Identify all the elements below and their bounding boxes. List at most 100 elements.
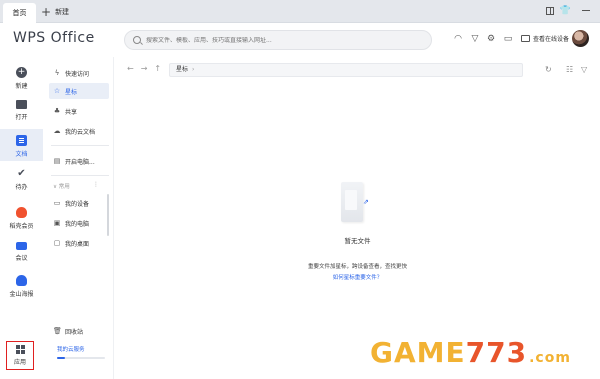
poster-icon (16, 275, 27, 286)
divider (51, 175, 109, 176)
nav-documents-label: 文档 (15, 151, 28, 158)
nav-meeting[interactable]: 会议 (0, 242, 43, 262)
gear-icon[interactable]: ⚙ (486, 34, 496, 44)
message-icon[interactable]: ▭ (503, 34, 513, 44)
sidebar-item-label: 快速访问 (65, 70, 90, 78)
more-icon[interactable]: ⋮ (93, 181, 99, 188)
sidebar-item-label: 回收站 (65, 328, 84, 336)
skin-icon[interactable]: 👕 (560, 5, 571, 16)
meeting-icon (16, 242, 27, 250)
sidebar-scrollbar[interactable] (107, 194, 109, 236)
nav-new[interactable]: + 新建 (0, 67, 43, 90)
back-arrow-icon[interactable]: ← (127, 64, 134, 73)
online-devices-button[interactable]: 查看在线设备 (521, 34, 569, 43)
sidebar-item-label: 我的桌面 (65, 240, 90, 248)
shirt-icon[interactable]: ▽ (470, 34, 480, 44)
sidebar-item-cloud-docs[interactable]: ☁ 我的云文档 (49, 123, 109, 139)
sidebar-item-quick-access[interactable]: ϟ 快速访问 (49, 65, 109, 81)
sidebar-item-label: 星标 (65, 88, 78, 96)
file-illustration (341, 182, 363, 222)
nav-vip-label: 稻壳会员 (9, 223, 34, 230)
nav-open[interactable]: 打开 (0, 100, 43, 121)
how-to-star-link[interactable]: 如何星标重要文件？ (115, 273, 600, 281)
apps-label: 应用 (13, 359, 26, 366)
sidebar-item-starred[interactable]: ☆ 星标 (49, 83, 109, 99)
sidebar-item-my-computer[interactable]: ▣ 我的电脑 (49, 215, 109, 231)
sidebar-item-label: 我的设备 (65, 200, 90, 208)
desktop-icon: ▢ (53, 239, 61, 247)
nav-poster-label: 金山海报 (9, 291, 34, 298)
refresh-icon[interactable]: ↻ (545, 65, 552, 74)
header: WPS Office ◠ ▽ ⚙ ▭ 查看在线设备 (0, 23, 600, 57)
sparkle-icon: ⇗ (363, 198, 369, 206)
sidebar-item-shared[interactable]: ♣ 共享 (49, 103, 109, 119)
nav-poster[interactable]: 金山海报 (0, 275, 43, 298)
sidebar-item-my-desktop[interactable]: ▢ 我的桌面 (49, 235, 109, 251)
sidebar-item-label: 我的云文档 (65, 128, 96, 136)
sidebar-item-label: 我的电脑 (65, 220, 90, 228)
sidebar-item-label: 开启电脑... (65, 158, 95, 166)
nav-vip[interactable]: 稻壳会员 (0, 207, 43, 230)
sidebar-item-recycle-bin[interactable]: 🗑 回收站 (49, 323, 109, 339)
star-icon: ☆ (53, 87, 61, 95)
nav-documents[interactable]: 文档 (0, 129, 43, 161)
chevron-right-icon: › (192, 66, 195, 73)
nav-new-label: 新建 (15, 83, 28, 90)
history-nav: ← → ↑ (127, 64, 161, 73)
watermark: GAME 773 .com (370, 336, 571, 369)
cloud-service-link[interactable]: 我的云服务 (57, 345, 107, 353)
sidebar-item-label: 共享 (65, 108, 78, 116)
vip-icon (16, 207, 27, 218)
breadcrumb-item[interactable]: 星标 (176, 66, 188, 73)
up-arrow-icon[interactable]: ↑ (154, 64, 161, 73)
document-icon (16, 135, 27, 146)
mail-icon: ▤ (53, 157, 61, 165)
cloud-storage-bar (57, 357, 105, 359)
section-common-label: ∨ 常用 (53, 184, 70, 190)
wps-office-window: 首页 + 新建 👕 WPS Office ◠ ▽ ⚙ ▭ 查看在线设备 + 新建 (0, 0, 600, 379)
empty-state-illustration: ⇗ (339, 182, 373, 224)
nav-meeting-label: 会议 (15, 255, 28, 262)
new-tab-label: 新建 (55, 8, 70, 16)
folder-icon (16, 100, 27, 109)
sidebar-item-my-devices[interactable]: ▭ 我的设备 (49, 195, 109, 211)
avatar[interactable] (572, 30, 589, 47)
nav-open-label: 打开 (15, 114, 28, 121)
breadcrumb[interactable]: 星标 › (169, 63, 523, 77)
layout-icon[interactable] (544, 5, 555, 16)
lightning-icon: ϟ (54, 69, 60, 77)
todo-icon: ✔ (17, 168, 26, 179)
search-icon (133, 36, 141, 44)
empty-state-title: 暂无文件 (344, 237, 371, 245)
apps-grid-icon (15, 345, 25, 354)
search-input[interactable] (146, 36, 416, 44)
apps-button[interactable]: 应用 (6, 341, 34, 370)
computer-icon: ▣ (53, 219, 61, 227)
share-icon: ♣ (53, 107, 61, 115)
tab-home[interactable]: 首页 (3, 3, 36, 23)
trash-icon: 🗑 (53, 327, 62, 335)
filter-icon[interactable]: ▽ (581, 65, 587, 74)
cloud-icon: ☁ (53, 127, 61, 135)
new-tab-button[interactable]: + 新建 (41, 3, 69, 21)
plus-circle-icon: + (16, 67, 27, 78)
online-devices-label: 查看在线设备 (533, 36, 570, 43)
left-nav: + 新建 打开 文档 ✔ 待办 稻壳会员 会议 金山海报 应用 (0, 57, 43, 379)
divider (51, 145, 109, 146)
forward-arrow-icon[interactable]: → (141, 64, 148, 73)
app-logo: WPS Office (13, 30, 95, 46)
plus-icon: + (41, 5, 52, 19)
devices-icon: ▭ (53, 199, 61, 207)
tab-bar: 首页 + 新建 👕 (0, 0, 600, 23)
empty-state-description: 重要文件加星标，跨设备查看，查找更快 (307, 264, 407, 270)
monitor-icon (521, 35, 530, 42)
main-content: ← → ↑ 星标 › ↻ ☷ ▽ ⇗ 暂无文件 重要文件加星标，跨设备查看，查找更… (115, 57, 600, 379)
nav-todo-label: 待办 (15, 184, 28, 191)
document-sidebar: ϟ 快速访问 ☆ 星标 ♣ 共享 ☁ 我的云文档 ▤ 开启电脑... ∨ 常用 … (43, 57, 114, 379)
headset-icon[interactable]: ◠ (453, 34, 463, 44)
view-toggle-icon[interactable]: ☷ (566, 65, 573, 74)
search-bar[interactable] (124, 30, 432, 50)
nav-todo[interactable]: ✔ 待办 (0, 168, 43, 191)
minimize-button[interactable] (580, 5, 591, 16)
sidebar-item-open-email[interactable]: ▤ 开启电脑... (49, 153, 109, 169)
